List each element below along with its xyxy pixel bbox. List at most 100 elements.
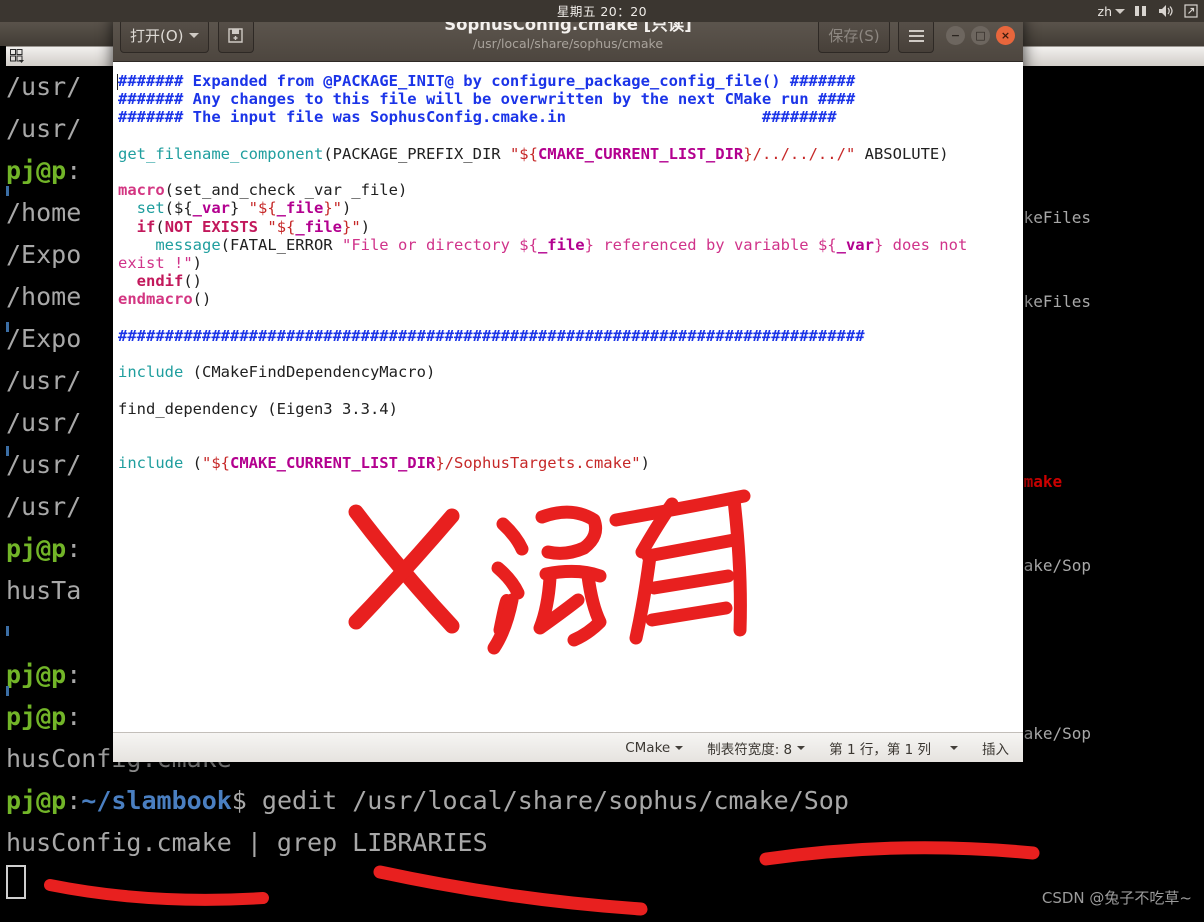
keyboard-icon[interactable] — [1134, 5, 1149, 17]
maximize-button[interactable]: □ — [971, 26, 990, 45]
code-token: } — [743, 144, 753, 163]
chevron-down-icon — [1115, 8, 1125, 14]
code-token: ${ — [519, 235, 538, 254]
code-line: ####### The input file was SophusConfig.… — [118, 108, 1023, 126]
code-token: endmacro — [118, 290, 193, 309]
code-token: } — [584, 235, 594, 254]
code-line: endif() — [118, 272, 1023, 290]
code-token: }" — [342, 217, 361, 236]
open-button[interactable]: 打开(O) — [120, 18, 209, 53]
system-tray: zh — [1098, 0, 1198, 22]
terminal-text: gedit /usr/local/share/sophus/cmake/Sop — [261, 786, 849, 815]
volume-icon[interactable] — [1158, 4, 1175, 18]
code-token: macro — [118, 181, 165, 200]
maximize-icon: □ — [975, 29, 986, 42]
scrollbar-tick[interactable] — [6, 686, 9, 696]
panel-clock[interactable]: 星期五 20：20 — [0, 1, 1204, 20]
code-token: ) — [192, 254, 202, 273]
hamburger-menu-icon[interactable] — [898, 18, 934, 53]
terminal-text: : — [66, 786, 82, 815]
terminal-text: /usr/ — [6, 72, 82, 101]
code-editor-area[interactable]: ####### Expanded from @PACKAGE_INIT@ by … — [113, 62, 1023, 732]
terminal-text: /home — [6, 282, 82, 311]
code-token: _file — [537, 235, 585, 254]
code-content[interactable]: ####### Expanded from @PACKAGE_INIT@ by … — [116, 72, 1023, 472]
cursor-position[interactable]: 第 1 行，第 1 列 — [829, 738, 958, 758]
scrollbar-tick[interactable] — [6, 322, 9, 332]
settings-icon[interactable] — [1184, 4, 1198, 18]
save-button[interactable]: 保存(S) — [818, 18, 890, 53]
code-line: ####### Expanded from @PACKAGE_INIT@ by … — [118, 72, 1023, 90]
cursor-position-label: 第 1 行，第 1 列 — [829, 741, 931, 758]
code-token: include — [118, 454, 184, 473]
terminal-text: pj@p — [6, 786, 67, 815]
code-token: ( — [155, 217, 165, 236]
code-token: "${ — [267, 217, 296, 236]
minimize-icon: − — [950, 29, 961, 42]
close-button[interactable]: × — [996, 26, 1015, 45]
ime-label: zh — [1097, 3, 1112, 19]
open-button-label: 打开(O) — [130, 27, 184, 45]
terminal-text: $ — [231, 786, 262, 815]
code-token: ########################################… — [118, 326, 865, 345]
code-token: "${ — [509, 144, 538, 163]
scrollbar-tick[interactable] — [6, 626, 9, 636]
scrollbar-tick[interactable] — [6, 446, 9, 456]
scrollbar-tick[interactable] — [6, 186, 9, 196]
terminal-text: : — [66, 660, 82, 689]
desktop-top-panel: 星期五 20：20 zh — [0, 0, 1204, 22]
tab-width-label: 制表符宽度: 8 — [707, 741, 793, 758]
minimize-button[interactable]: − — [946, 26, 965, 45]
code-token: () — [192, 290, 212, 309]
code-token: ) — [640, 454, 650, 473]
code-token: CMAKE_CURRENT_LIST_DIR — [230, 454, 436, 473]
gedit-window[interactable]: 打开(O) SophusConfig.cmake [只读] /usr/local… — [113, 10, 1023, 762]
code-token: () — [183, 272, 203, 291]
tab-width-selector[interactable]: 制表符宽度: 8 — [707, 738, 806, 758]
code-token: } — [873, 235, 884, 254]
grid-menu-icon[interactable] — [8, 48, 26, 64]
window-controls: − □ × — [946, 26, 1015, 45]
chevron-down-icon — [950, 745, 958, 750]
code-token: /SophusTargets.cmake" — [444, 454, 641, 473]
code-line: if(NOT EXISTS "${_file}") — [118, 218, 1023, 236]
code-line: macro(set_and_check _var _file) — [118, 181, 1023, 199]
code-token: ) — [342, 199, 352, 218]
terminal-cursor-line — [6, 864, 1204, 906]
terminal-right-fragment: make/Sop — [1014, 724, 1092, 743]
code-token: ) — [360, 217, 371, 236]
code-token: CMAKE_CURRENT_LIST_DIR — [537, 144, 744, 163]
code-token: (CMakeFindDependencyMacro) — [183, 363, 436, 382]
code-token: _var — [836, 235, 874, 254]
code-token: ####### Expanded from @PACKAGE_INIT@ by … — [118, 72, 856, 90]
code-token: ABSOLUTE) — [855, 144, 949, 163]
terminal-text: husConfig.cmake | grep LIBRARIES — [6, 828, 488, 857]
code-token: _file — [295, 217, 343, 236]
ime-indicator[interactable]: zh — [1098, 4, 1125, 19]
terminal-right-fragment: akeFiles — [1014, 208, 1092, 227]
terminal-text: /usr/ — [6, 450, 82, 479]
code-token: NOT EXISTS — [164, 217, 259, 236]
terminal-text: /usr/ — [6, 492, 82, 521]
code-token: message — [155, 235, 221, 254]
code-line: include (CMakeFindDependencyMacro) — [118, 363, 1023, 381]
save-as-button[interactable] — [217, 18, 254, 53]
terminal-command-line: pj@p:~/slambook$ gedit /usr/local/share/… — [6, 780, 1204, 822]
terminal-text: husTa — [6, 576, 82, 605]
code-token: }" — [323, 199, 343, 218]
code-token: include — [118, 363, 184, 382]
code-token: if — [136, 217, 156, 236]
language-selector[interactable]: CMake — [625, 740, 684, 756]
terminal-text: /usr/ — [6, 366, 82, 395]
code-token: _var — [192, 199, 230, 218]
code-line: endmacro() — [118, 290, 1023, 308]
